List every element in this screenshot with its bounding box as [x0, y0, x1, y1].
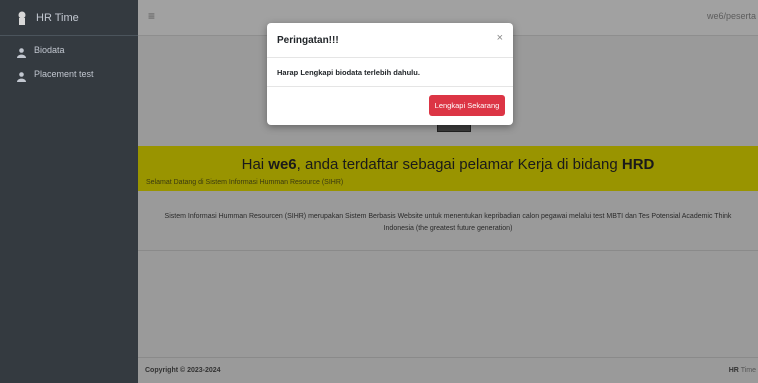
divider [138, 250, 758, 251]
job-field: HRD [621, 156, 655, 173]
footer: Copyright © 2023-2024 HR Time [138, 357, 758, 383]
brand-logo-icon [16, 11, 28, 25]
sidebar: HR Time Biodata Placement test [0, 0, 138, 383]
complete-now-button[interactable]: Lengkapi Sekarang [429, 95, 505, 116]
sidebar-item-label: Placement test [34, 69, 94, 79]
modal-header: Peringatan!!! × [267, 23, 513, 58]
user-icon [17, 45, 26, 58]
sidebar-item-placement-test[interactable]: Placement test [0, 64, 138, 84]
sidebar-item-biodata[interactable]: Biodata [0, 40, 138, 60]
modal-footer: Lengkapi Sekarang [267, 87, 513, 125]
close-icon[interactable]: × [497, 32, 503, 44]
copyright-text: Copyright © 2023-2024 [145, 367, 221, 374]
system-description: Sistem Informasi Humman Resourcen (SIHR)… [164, 213, 732, 232]
welcome-subtitle: Selamat Datang di Sistem Informasi Humma… [146, 179, 344, 186]
modal-title: Peringatan!!! [277, 35, 339, 46]
user-menu[interactable]: we6/peserta [707, 11, 756, 21]
brand-name: HR Time [36, 11, 79, 24]
sidebar-item-label: Biodata [34, 45, 65, 55]
modal-body: Harap Lengkapi biodata terlebih dahulu. [267, 58, 513, 87]
footer-brand: HR Time [728, 367, 756, 374]
user-name: we6 [268, 156, 297, 173]
welcome-banner: Hai we6, anda terdaftar sebagai pelamar … [138, 146, 758, 191]
welcome-title: Hai we6, anda terdaftar sebagai pelamar … [241, 156, 655, 173]
hamburger-menu-icon[interactable]: ≡ [148, 9, 155, 23]
modal-message: Harap Lengkapi biodata terlebih dahulu. [277, 68, 420, 77]
warning-modal: Peringatan!!! × Harap Lengkapi biodata t… [267, 23, 513, 125]
sidebar-brand[interactable]: HR Time [0, 0, 138, 36]
user-icon [17, 69, 26, 82]
